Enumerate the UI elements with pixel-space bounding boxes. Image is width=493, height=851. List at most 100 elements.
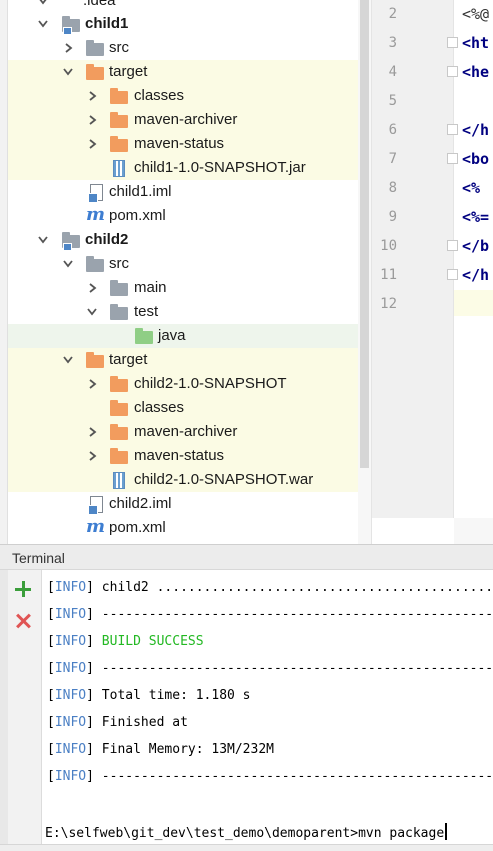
- tree-item-maven-status[interactable]: maven-status: [8, 132, 358, 156]
- chevron-down-icon[interactable]: [62, 348, 76, 372]
- info-tag: INFO: [54, 580, 87, 595]
- info-tag: INFO: [54, 688, 87, 703]
- terminal-title: Terminal: [12, 550, 65, 566]
- chevron-down-icon[interactable]: [62, 60, 76, 84]
- info-tag: INFO: [54, 769, 87, 784]
- iml-file-icon: [88, 496, 106, 515]
- tree-item-label: maven-status: [134, 447, 225, 464]
- module-folder-icon: [62, 16, 80, 35]
- fold-marker-icon[interactable]: [447, 240, 458, 251]
- tree-item-classes[interactable]: classes: [8, 84, 358, 108]
- tree-item-label: maven-status: [134, 135, 225, 152]
- tree-item-label: maven-archiver: [134, 111, 238, 128]
- tree-item-target[interactable]: target: [8, 60, 358, 84]
- tree-item-test[interactable]: test: [8, 300, 358, 324]
- code-line: <he: [462, 63, 490, 81]
- fold-marker-icon[interactable]: [447, 66, 458, 77]
- terminal-output[interactable]: [INFO] child2 ..........................…: [43, 570, 493, 851]
- tree-item-child2-iml[interactable]: child2.iml: [8, 492, 358, 516]
- folder-icon: [86, 256, 104, 272]
- terminal-left-edge: [0, 570, 8, 851]
- info-tag: INFO: [54, 715, 87, 730]
- fold-marker-icon[interactable]: [447, 153, 458, 164]
- tree-item-label: child1: [85, 15, 129, 32]
- folder-icon: [110, 400, 128, 416]
- close-session-icon[interactable]: [14, 612, 32, 630]
- line-number: 2: [388, 6, 397, 22]
- chevron-right-icon[interactable]: [86, 276, 100, 300]
- tree-item-label: child1.iml: [109, 183, 172, 200]
- chevron-down-icon[interactable]: [86, 300, 100, 324]
- line-text: Total time: 1.180 s: [101, 688, 251, 703]
- tree-item-main[interactable]: main: [8, 276, 358, 300]
- tree-item-child1[interactable]: child1: [8, 12, 358, 36]
- line-number: 7: [388, 151, 397, 167]
- chevron-right-icon[interactable]: [86, 84, 100, 108]
- line-text: Final Memory: 13M/232M: [101, 742, 274, 757]
- chevron-right-icon[interactable]: [86, 108, 100, 132]
- tree-item-java[interactable]: java: [8, 324, 358, 348]
- tree-item-classes[interactable]: classes: [8, 396, 358, 420]
- tree-item-label: test: [134, 303, 159, 320]
- tree-item-child1-iml[interactable]: child1.iml: [8, 180, 358, 204]
- tree-item-maven-archiver[interactable]: maven-archiver: [8, 420, 358, 444]
- tree-item-label: classes: [134, 87, 185, 104]
- tree-item-label: .idea: [83, 0, 116, 9]
- terminal-line: [INFO] ---------------------------------…: [47, 607, 493, 622]
- line-text: ----------------------------------------…: [101, 661, 493, 676]
- fold-marker-icon[interactable]: [447, 124, 458, 135]
- folder-icon: [110, 88, 128, 104]
- tree-item-label: main: [134, 279, 167, 296]
- fold-marker-icon[interactable]: [447, 37, 458, 48]
- tree-item-label: target: [109, 63, 148, 80]
- chevron-right-icon[interactable]: [86, 132, 100, 156]
- tree-item-child2-war[interactable]: child2-1.0-SNAPSHOT.war: [8, 468, 358, 492]
- maven-icon: m: [86, 516, 106, 537]
- chevron-right-icon[interactable]: [86, 444, 100, 468]
- status-bar: [0, 844, 493, 851]
- project-tree[interactable]: .idea child1 src target classes maven-ar…: [0, 0, 371, 544]
- chevron-right-icon[interactable]: [86, 420, 100, 444]
- tree-item-child1-pom[interactable]: m pom.xml: [8, 204, 358, 228]
- folder-icon: [86, 64, 104, 80]
- chevron-down-icon[interactable]: [37, 12, 51, 36]
- tree-item-label: pom.xml: [109, 519, 166, 536]
- tree-item-child1-jar[interactable]: child1-1.0-SNAPSHOT.jar: [8, 156, 358, 180]
- line-number: 6: [388, 122, 397, 138]
- tree-item-label: child2: [85, 231, 129, 248]
- tree-item-target[interactable]: target: [8, 348, 358, 372]
- text-cursor: [445, 823, 448, 840]
- tree-item-src[interactable]: src: [8, 36, 358, 60]
- tree-item-child2[interactable]: child2: [8, 228, 358, 252]
- jar-file-icon: [110, 160, 128, 177]
- terminal-prompt[interactable]: E:\selfweb\git_dev\test_demo\demoparent>…: [45, 823, 448, 841]
- build-success-text: BUILD SUCCESS: [101, 634, 204, 649]
- fold-marker-icon[interactable]: [447, 269, 458, 280]
- tree-item-label: target: [109, 351, 148, 368]
- folder-icon: [110, 424, 128, 440]
- tree-item-maven-archiver[interactable]: maven-archiver: [8, 108, 358, 132]
- tree-item-child2-pom[interactable]: m pom.xml: [8, 516, 358, 540]
- folder-icon: [86, 352, 104, 368]
- line-number: 5: [388, 93, 397, 109]
- code-line: </b: [462, 237, 490, 255]
- tree-item-child2-snapshot[interactable]: child2-1.0-SNAPSHOT: [8, 372, 358, 396]
- chevron-down-icon[interactable]: [37, 228, 51, 252]
- editor-scrollbar[interactable]: [454, 518, 493, 544]
- terminal-line: [INFO] BUILD SUCCESS: [47, 634, 204, 649]
- tree-item-maven-status[interactable]: maven-status: [8, 444, 358, 468]
- terminal-line: [INFO] ---------------------------------…: [47, 769, 493, 784]
- tree-scrollbar-thumb[interactable]: [360, 0, 369, 468]
- chevron-right-icon[interactable]: [62, 36, 76, 60]
- chevron-right-icon[interactable]: [86, 372, 100, 396]
- editor-gutter: 2 3 4 5 6 7 8 9 10 11 12: [372, 0, 458, 518]
- tree-item-label: java: [158, 327, 186, 344]
- code-editor[interactable]: 2 3 4 5 6 7 8 9 10 11 12 <%@ <ht <he </h…: [371, 0, 493, 544]
- chevron-down-icon[interactable]: [62, 252, 76, 276]
- tree-item-label: src: [109, 255, 129, 272]
- tree-item-src[interactable]: src: [8, 252, 358, 276]
- line-text: Finished at: [101, 715, 188, 730]
- tree-item-label: child2-1.0-SNAPSHOT.war: [134, 471, 314, 488]
- new-session-plus-icon[interactable]: [14, 580, 32, 598]
- folder-icon: [110, 112, 128, 128]
